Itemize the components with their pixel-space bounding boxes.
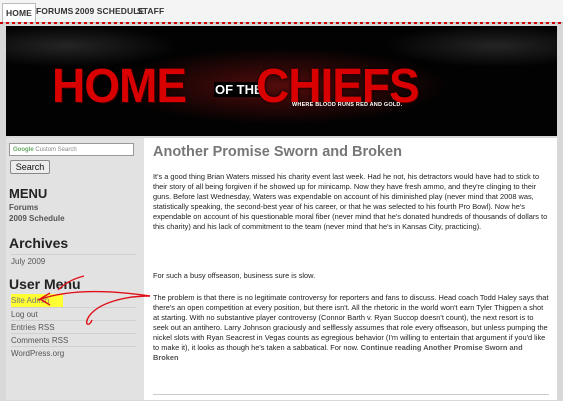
post-title[interactable]: Another Promise Sworn and Broken <box>153 144 402 160</box>
post-paragraph-1: It's a good thing Brian Waters missed hi… <box>153 172 548 231</box>
post-paragraph-2: For such a busy offseason, business sure… <box>153 271 316 280</box>
post-paragraph-3: The problem is that there is no legitima… <box>153 293 549 363</box>
